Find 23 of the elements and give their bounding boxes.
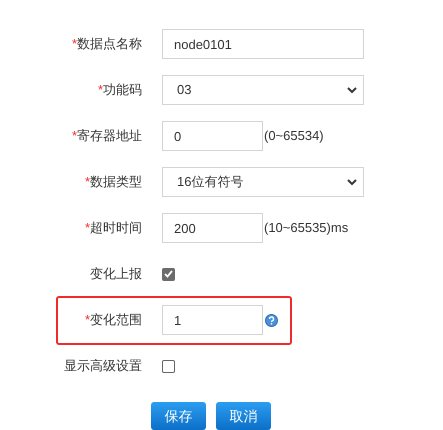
field-label: *寄存器地址 [72,127,142,146]
field-label: *数据类型 [84,173,142,192]
chevron-down-icon [347,178,357,186]
checkbox[interactable] [162,360,175,372]
select-field[interactable]: 16位有符号 [162,167,364,197]
select-field[interactable]: 03 [162,75,364,105]
field-label: *变化范围 [84,311,142,330]
form-button[interactable]: 保存 [151,402,206,430]
help-icon[interactable] [265,314,278,326]
range-hint: (0~65534) [264,127,324,146]
input-field[interactable]: node0101 [162,29,364,59]
field-label: *数据点名称 [72,35,142,54]
input-field[interactable]: 0 [162,121,263,151]
field-label: 变化上报 [90,265,142,284]
checkbox[interactable] [162,268,175,280]
input-field[interactable]: 200 [162,213,263,243]
field-label: 显示高级设置 [64,357,142,376]
field-label: *超时时间 [84,219,142,238]
input-field[interactable]: 1 [162,305,263,335]
form-button[interactable]: 取消 [216,402,271,430]
range-hint: (10~65535)ms [264,219,348,238]
field-label: *功能码 [98,81,142,100]
chevron-down-icon [347,86,357,94]
